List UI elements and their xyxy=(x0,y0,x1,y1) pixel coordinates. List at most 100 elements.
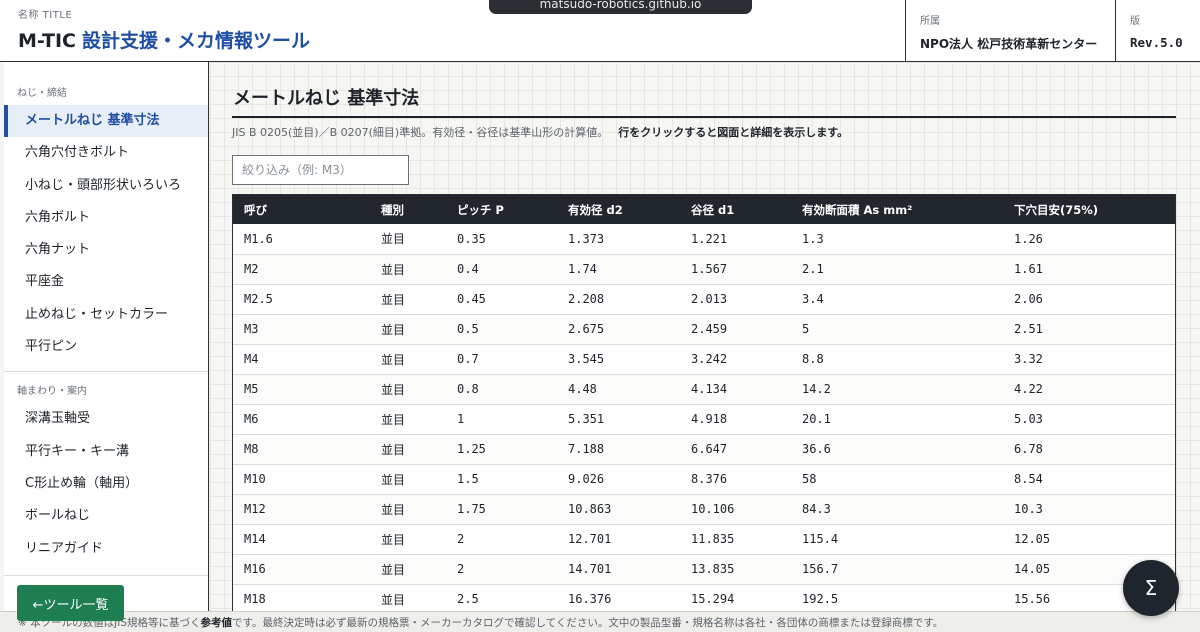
table-cell: 0.4 xyxy=(446,254,557,285)
table-row[interactable]: M16 並目 2 14.701 13.835 156.7 14.05 xyxy=(233,554,1175,585)
thread-table: 呼び 種別 ピッチ P 有効径 d2 谷径 d1 有効断面積 As mm² 下穴… xyxy=(232,194,1176,616)
column-header[interactable]: 谷径 d1 xyxy=(680,195,791,224)
sidebar-item-parallel-key[interactable]: 平行キー・キー溝 xyxy=(4,436,208,468)
table-cell: 2.51 xyxy=(1003,314,1175,345)
table-cell: 4.134 xyxy=(680,374,791,405)
table-cell: 0.35 xyxy=(446,224,557,255)
table-cell: 並目 xyxy=(370,314,446,345)
column-header[interactable]: 下穴目安(75%) xyxy=(1003,195,1175,224)
app-subtitle: 設計支援・メカ情報ツール xyxy=(81,30,310,52)
sidebar-item-hex-bolt[interactable]: 六角ボルト xyxy=(4,202,208,234)
sidebar-item-linear-guide[interactable]: リニアガイド xyxy=(4,533,208,565)
table-cell: 10.3 xyxy=(1003,494,1175,525)
table-cell: 2.675 xyxy=(557,314,680,345)
table-row[interactable]: M3 並目 0.5 2.675 2.459 5 2.51 xyxy=(233,314,1175,345)
revision-cell: 版 Rev.5.0 xyxy=(1115,0,1200,61)
table-cell: 14.2 xyxy=(791,374,1003,405)
sidebar-item-retaining-ring[interactable]: C形止め輪（軸用） xyxy=(4,468,208,500)
table-cell: 並目 xyxy=(370,584,446,615)
sidebar-group-fastening: ねじ・締結 xyxy=(17,88,67,99)
table-cell: 15.294 xyxy=(680,584,791,615)
table-cell: 5 xyxy=(791,314,1003,345)
table-cell: 1.75 xyxy=(446,494,557,525)
title-divider xyxy=(232,116,1176,118)
table-cell: M18 xyxy=(233,584,370,615)
sidebar-item-parallel-pin[interactable]: 平行ピン xyxy=(4,331,208,363)
column-header[interactable]: 呼び xyxy=(233,195,370,224)
table-cell: 9.026 xyxy=(557,464,680,495)
table-cell: 156.7 xyxy=(791,554,1003,585)
table-row[interactable]: M4 並目 0.7 3.545 3.242 8.8 3.32 xyxy=(233,344,1175,375)
table-row[interactable]: M18 並目 2.5 16.376 15.294 192.5 15.56 xyxy=(233,584,1175,615)
table-cell: 1 xyxy=(446,404,557,435)
table-cell: 並目 xyxy=(370,494,446,525)
column-header[interactable]: 有効径 d2 xyxy=(557,195,680,224)
table-cell: 0.7 xyxy=(446,344,557,375)
description-text: JIS B 0205(並目)／B 0207(細目)準拠。有効径・谷径は基準山形の… xyxy=(232,126,609,139)
table-cell: 0.45 xyxy=(446,284,557,315)
sidebar-item-flat-washer[interactable]: 平座金 xyxy=(4,266,208,298)
footer-disclaimer: ※ 本ツールの数値はJIS規格等に基づく参考値です。最終決定時は必ず最新の規格票… xyxy=(0,611,1200,632)
sidebar: ねじ・締結 メートルねじ 基準寸法 六角穴付きボルト 小ねじ・頭部形状いろいろ … xyxy=(4,62,209,632)
sidebar-item-socket-head-bolt[interactable]: 六角穴付きボルト xyxy=(4,137,208,169)
calculator-fab-button[interactable]: Σ xyxy=(1123,560,1179,616)
sidebar-item-hex-nut[interactable]: 六角ナット xyxy=(4,234,208,266)
table-cell: 5.351 xyxy=(557,404,680,435)
table-cell: M4 xyxy=(233,344,370,375)
table-cell: 0.5 xyxy=(446,314,557,345)
table-cell: 3.32 xyxy=(1003,344,1175,375)
table-row[interactable]: M6 並目 1 5.351 4.918 20.1 5.03 xyxy=(233,404,1175,435)
table-cell: 1.61 xyxy=(1003,254,1175,285)
table-cell: 1.3 xyxy=(791,224,1003,255)
sidebar-item-ball-bearing[interactable]: 深溝玉軸受 xyxy=(4,403,208,435)
page-title: メートルねじ 基準寸法 xyxy=(233,88,420,109)
column-header[interactable]: 種別 xyxy=(370,195,446,224)
table-cell: 2 xyxy=(446,554,557,585)
sidebar-item-metric-thread[interactable]: メートルねじ 基準寸法 xyxy=(4,105,208,138)
title-block: 名称 TITLE M-TIC 設計支援・メカ情報ツール xyxy=(0,0,905,61)
sidebar-item-machine-screw[interactable]: 小ねじ・頭部形状いろいろ xyxy=(4,170,208,202)
table-cell: 0.8 xyxy=(446,374,557,405)
column-header[interactable]: ピッチ P xyxy=(446,195,557,224)
table-cell: M8 xyxy=(233,434,370,465)
footer-text-bold: 参考値 xyxy=(200,617,233,629)
table-cell: 2.208 xyxy=(557,284,680,315)
page-description: JIS B 0205(並目)／B 0207(細目)準拠。有効径・谷径は基準山形の… xyxy=(232,124,848,140)
table-row[interactable]: M14 並目 2 12.701 11.835 115.4 12.05 xyxy=(233,524,1175,555)
column-header[interactable]: 有効断面積 As mm² xyxy=(791,195,1003,224)
table-row[interactable]: M2.5 並目 0.45 2.208 2.013 3.4 2.06 xyxy=(233,284,1175,315)
table-cell: 3.545 xyxy=(557,344,680,375)
table-cell: 2.06 xyxy=(1003,284,1175,315)
table-cell: 並目 xyxy=(370,224,446,255)
app-title: M-TIC 設計支援・メカ情報ツール xyxy=(18,26,905,53)
table-cell: M3 xyxy=(233,314,370,345)
table-header-row: 呼び 種別 ピッチ P 有効径 d2 谷径 d1 有効断面積 As mm² 下穴… xyxy=(233,195,1175,224)
table-row[interactable]: M12 並目 1.75 10.863 10.106 84.3 10.3 xyxy=(233,494,1175,525)
revision-label: 版 xyxy=(1130,16,1140,27)
table-cell: 並目 xyxy=(370,464,446,495)
table-cell: 1.373 xyxy=(557,224,680,255)
table-row[interactable]: M2 並目 0.4 1.74 1.567 2.1 1.61 xyxy=(233,254,1175,285)
table-row[interactable]: M8 並目 1.25 7.188 6.647 36.6 6.78 xyxy=(233,434,1175,465)
back-to-tools-button[interactable]: ←ツール一覧 xyxy=(17,585,124,621)
table-cell: 4.48 xyxy=(557,374,680,405)
table-cell: 10.863 xyxy=(557,494,680,525)
main-content: メートルねじ 基準寸法 JIS B 0205(並目)／B 0207(細目)準拠。… xyxy=(210,62,1200,632)
table-cell: 並目 xyxy=(370,554,446,585)
sidebar-item-ball-screw[interactable]: ボールねじ xyxy=(4,500,208,532)
org-cell: 所属 NPO法人 松戸技術革新センター xyxy=(905,0,1115,61)
table-row[interactable]: M1.6 並目 0.35 1.373 1.221 1.3 1.26 xyxy=(233,224,1175,255)
table-cell: 115.4 xyxy=(791,524,1003,555)
table-cell: 2.1 xyxy=(791,254,1003,285)
table-row[interactable]: M10 並目 1.5 9.026 8.376 58 8.54 xyxy=(233,464,1175,495)
table-cell: 12.701 xyxy=(557,524,680,555)
filter-input[interactable] xyxy=(232,155,409,185)
table-cell: 4.918 xyxy=(680,404,791,435)
table-cell: 10.106 xyxy=(680,494,791,525)
table-cell: M10 xyxy=(233,464,370,495)
table-row[interactable]: M5 並目 0.8 4.48 4.134 14.2 4.22 xyxy=(233,374,1175,405)
table-cell: 84.3 xyxy=(791,494,1003,525)
table-cell: M5 xyxy=(233,374,370,405)
sidebar-item-set-screw[interactable]: 止めねじ・セットカラー xyxy=(4,299,208,331)
table-cell: 並目 xyxy=(370,254,446,285)
